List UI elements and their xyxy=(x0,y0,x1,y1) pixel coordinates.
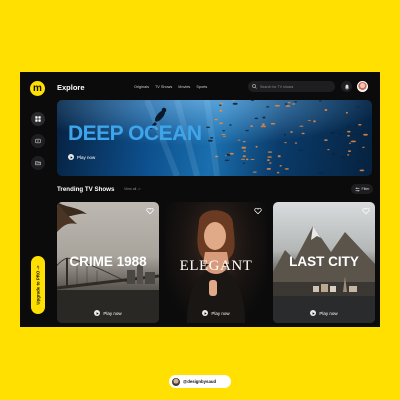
grid-icon xyxy=(35,116,41,122)
credit-handle: @designbysaud xyxy=(183,379,217,384)
card-play-button[interactable]: Play now xyxy=(57,310,159,316)
designer-credit: @designbysaud xyxy=(169,375,231,388)
show-card-crime-1988[interactable]: CRIME 1988 Play now xyxy=(57,202,159,323)
nav-item-tv-shows[interactable]: TV Shows xyxy=(155,85,172,89)
hero-title: DEEP OCEAN xyxy=(68,122,202,145)
show-card-last-city[interactable]: LAST CITY Play now xyxy=(273,202,375,323)
app-logo[interactable]: m xyxy=(30,81,45,96)
hero-banner[interactable]: DEEP OCEAN Play now xyxy=(57,100,372,176)
sidebar-item-videos[interactable] xyxy=(31,134,45,148)
hero-play-label: Play now xyxy=(77,154,96,160)
show-card-elegant[interactable]: ELEGANT Play now xyxy=(165,202,267,323)
view-all-link[interactable]: View all -> xyxy=(124,187,141,191)
bell-icon xyxy=(344,84,349,90)
play-icon xyxy=(68,154,74,160)
card-play-label: Play now xyxy=(103,310,122,316)
card-play-button[interactable]: Play now xyxy=(165,310,267,316)
page-title: Explore xyxy=(57,83,85,92)
card-title: ELEGANT xyxy=(179,258,253,274)
user-avatar[interactable] xyxy=(357,81,368,92)
play-icon xyxy=(94,310,101,316)
card-play-label: Play now xyxy=(319,310,338,316)
app-window: m Explore Originals TV Shows Movies Spor… xyxy=(20,72,380,327)
folder-icon xyxy=(35,161,41,166)
top-nav: Originals TV Shows Movies Sports xyxy=(134,85,207,89)
sidebar-item-library[interactable] xyxy=(31,156,45,170)
filter-label: Filter xyxy=(361,187,370,191)
card-play-button[interactable]: Play now xyxy=(273,310,375,316)
card-title: LAST CITY xyxy=(289,254,359,269)
play-icon xyxy=(202,310,209,316)
play-icon xyxy=(310,310,317,316)
filter-icon xyxy=(355,187,359,191)
filter-button[interactable]: Filter xyxy=(351,184,373,194)
upgrade-label: Upgrade to PRO -> xyxy=(35,265,41,305)
video-icon xyxy=(35,138,41,144)
section-title: Trending TV Shows xyxy=(57,186,115,193)
heart-icon[interactable] xyxy=(146,207,154,215)
heart-icon[interactable] xyxy=(362,207,370,215)
sidebar-item-home[interactable] xyxy=(31,112,45,126)
notification-button[interactable] xyxy=(341,81,352,92)
nav-item-movies[interactable]: Movies xyxy=(178,85,190,89)
heart-icon[interactable] xyxy=(254,207,262,215)
credit-avatar xyxy=(172,377,180,386)
card-play-label: Play now xyxy=(211,310,230,316)
search-bar[interactable] xyxy=(248,81,335,92)
nav-item-originals[interactable]: Originals xyxy=(134,85,149,89)
hero-play-button[interactable]: Play now xyxy=(68,154,95,160)
card-title: CRIME 1988 xyxy=(69,254,147,269)
nav-item-sports[interactable]: Sports xyxy=(196,85,207,89)
upgrade-pro-button[interactable]: Upgrade to PRO -> xyxy=(31,256,45,314)
search-input[interactable] xyxy=(257,84,330,89)
